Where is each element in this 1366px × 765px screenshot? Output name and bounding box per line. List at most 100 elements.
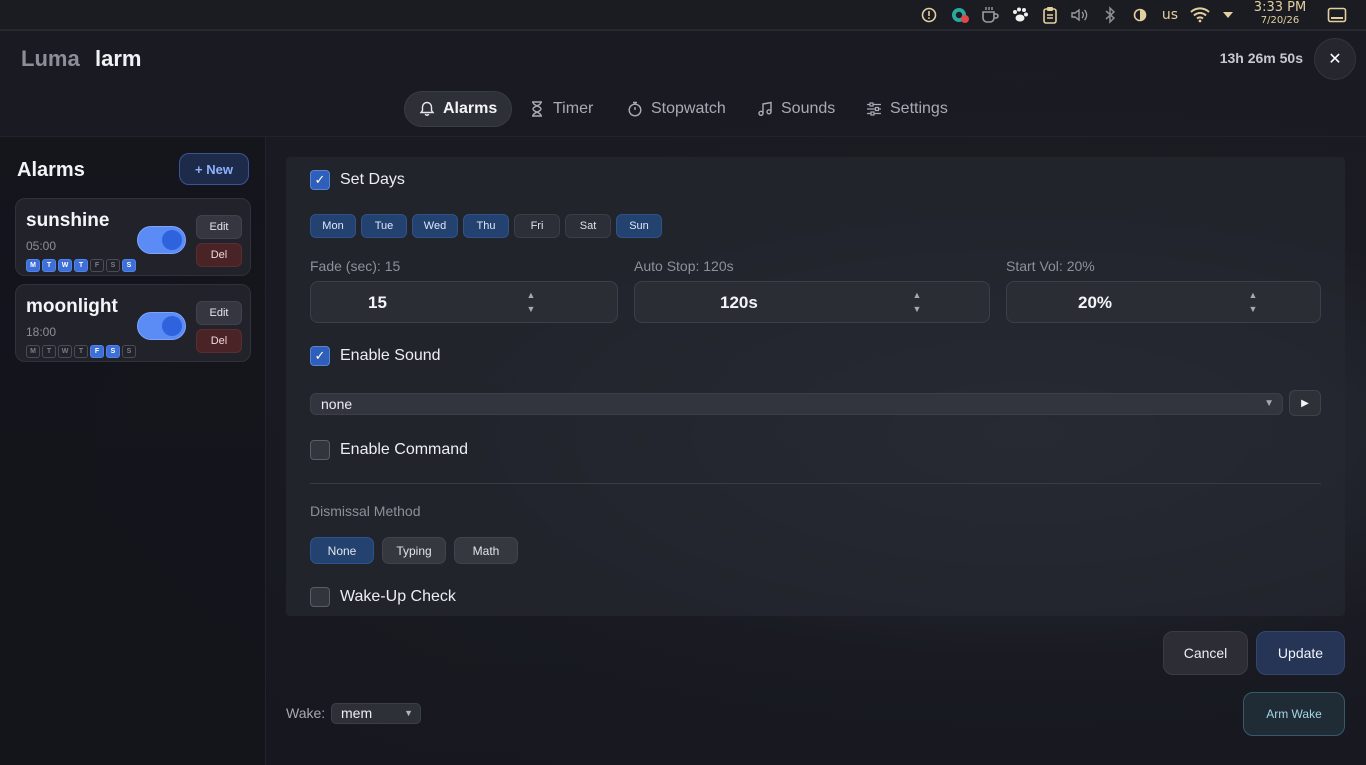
set-days-label: Set Days [340,171,405,188]
day-button-wed[interactable]: Wed [412,214,458,238]
set-days-checkbox[interactable]: ✓ [310,170,330,190]
update-button[interactable]: Update [1256,631,1345,675]
clock-time: 3:33 PM [1253,0,1307,15]
delete-label: Del [210,335,228,347]
tab-sounds[interactable]: Sounds [743,91,849,127]
arm-wake-label: Arm Wake [1266,707,1322,721]
chevron-down-icon: ▼ [1264,398,1274,409]
day-chip: F [90,259,104,272]
clipboard-icon[interactable] [1038,0,1062,30]
enable-sound-label: Enable Sound [340,347,441,364]
dismissal-none-button[interactable]: None [310,537,374,564]
edit-alarm-button[interactable]: Edit [196,215,242,239]
tab-label: Timer [553,100,594,117]
enable-sound-checkbox-row[interactable]: ✓ Enable Sound [310,346,441,366]
day-chip: T [74,259,88,272]
tray-dropdown-icon[interactable] [1218,0,1238,30]
set-days-checkbox-row[interactable]: ✓ Set Days [310,170,405,190]
paw-icon[interactable] [1008,0,1032,30]
alarm-card-sunshine[interactable]: sunshine 05:00 M T W T F S S Edit Del [15,198,251,276]
notification-panel-icon[interactable] [1324,0,1350,30]
auto-stop-stepper[interactable]: ▲ ▼ [911,288,923,316]
day-chip: T [42,345,56,358]
stepper-up-icon[interactable]: ▲ [1247,288,1259,302]
fade-spinbox[interactable]: 15 ▲ ▼ [310,281,618,323]
edit-label: Edit [209,221,229,233]
edit-label: Edit [209,307,229,319]
wake-up-check-checkbox-row[interactable]: Wake-Up Check [310,587,456,607]
day-button-thu[interactable]: Thu [463,214,509,238]
arm-wake-button[interactable]: Arm Wake [1243,692,1345,736]
new-alarm-label: + New [195,161,233,177]
dismissal-math-button[interactable]: Math [454,537,518,564]
start-vol-value: 20% [1078,293,1113,312]
alarm-editor-panel: ✓ Set Days Mon Tue Wed Thu Fri Sat Sun F… [286,157,1345,616]
tab-label: Settings [890,100,948,117]
stepper-down-icon[interactable]: ▼ [525,302,537,316]
auto-stop-spinbox[interactable]: 120s ▲ ▼ [634,281,990,323]
cancel-button[interactable]: Cancel [1163,631,1248,675]
tab-label: Sounds [781,100,836,117]
app-status-icon[interactable] [948,0,972,30]
sound-select[interactable]: none ▼ [310,393,1283,415]
fade-stepper[interactable]: ▲ ▼ [525,288,537,316]
play-icon: ▶ [1301,397,1309,409]
tab-label: Stopwatch [651,100,726,117]
delete-label: Del [210,249,228,261]
dismissal-typing-button[interactable]: Typing [382,537,446,564]
coffee-cup-icon[interactable] [978,0,1002,30]
alarm-enabled-toggle[interactable] [137,312,186,340]
delete-alarm-button[interactable]: Del [196,329,242,353]
system-clock[interactable]: 3:33 PM 7/20/26 [1250,1,1310,27]
day-button-fri[interactable]: Fri [514,214,560,238]
day-chip: T [74,345,88,358]
tab-label: Alarms [443,100,498,117]
wifi-icon[interactable] [1188,0,1212,30]
day-chip: T [42,259,56,272]
keyboard-layout-label: us [1161,7,1179,23]
fade-value: 15 [368,293,387,312]
close-button[interactable]: ✕ [1314,38,1356,80]
brightness-icon[interactable] [1128,0,1152,30]
keyboard-layout[interactable]: us [1156,0,1184,30]
stepper-up-icon[interactable]: ▲ [911,288,923,302]
clock-date: 7/20/26 [1260,15,1300,26]
day-button-mon[interactable]: Mon [310,214,356,238]
enable-command-checkbox-row[interactable]: Enable Command [310,440,468,460]
start-vol-spinbox[interactable]: 20% ▲ ▼ [1006,281,1321,323]
wake-up-check-checkbox[interactable] [310,587,330,607]
day-button-sat[interactable]: Sat [565,214,611,238]
tab-timer[interactable]: Timer [515,91,607,127]
app-window: Luma larm 13h 26m 50s ✕ Alarms Timer Sto… [0,30,1366,765]
wake-mode-select[interactable]: mem ▼ [331,703,421,724]
edit-alarm-button[interactable]: Edit [196,301,242,325]
toggle-knob [162,316,182,336]
delete-alarm-button[interactable]: Del [196,243,242,267]
tab-stopwatch[interactable]: Stopwatch [613,91,740,127]
enable-command-checkbox[interactable] [310,440,330,460]
tab-alarms[interactable]: Alarms [404,91,513,127]
alarm-enabled-toggle[interactable] [137,226,186,254]
start-vol-stepper[interactable]: ▲ ▼ [1247,288,1259,316]
volume-icon[interactable] [1068,0,1092,30]
stepper-up-icon[interactable]: ▲ [525,288,537,302]
sliders-icon [866,101,882,117]
day-button-tue[interactable]: Tue [361,214,407,238]
alarm-time: 05:00 [26,239,57,253]
stepper-down-icon[interactable]: ▼ [911,302,923,316]
play-sound-button[interactable]: ▶ [1289,390,1321,416]
day-button-sun[interactable]: Sun [616,214,662,238]
new-alarm-button[interactable]: + New [179,153,249,185]
info-circle-icon[interactable] [918,0,940,30]
wake-mode-value: mem [341,705,373,721]
start-vol-label: Start Vol: 20% [1006,258,1095,274]
enable-sound-checkbox[interactable]: ✓ [310,346,330,366]
alarm-card-moonlight[interactable]: moonlight 18:00 M T W T F S S Edit Del [15,284,251,362]
fade-label: Fade (sec): 15 [310,258,401,274]
bluetooth-icon[interactable] [1098,0,1122,30]
tab-settings[interactable]: Settings [852,91,962,127]
dismissal-method-label: Dismissal Method [310,503,421,519]
sound-select-value: none [321,396,353,412]
stepper-down-icon[interactable]: ▼ [1247,302,1259,316]
section-divider [310,483,1321,484]
